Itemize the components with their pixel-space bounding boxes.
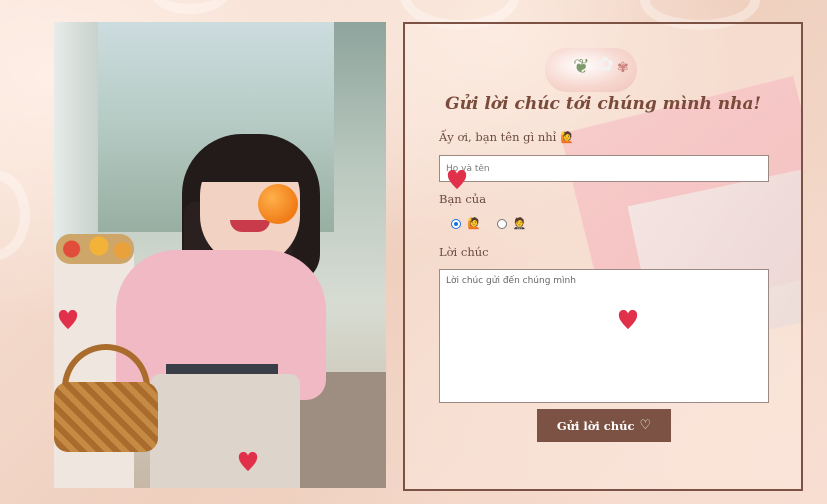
message-label: Lời chúc: [439, 245, 489, 259]
photo-smile: [230, 220, 270, 232]
person-raising-hand-icon: 🙋: [559, 131, 574, 144]
photo-orange: [258, 184, 298, 224]
name-label-text: Ấy ơi, bạn tên gì nhỉ: [439, 130, 557, 144]
bride-icon: 🙋: [467, 217, 481, 230]
name-label: Ấy ơi, bạn tên gì nhỉ 🙋: [439, 130, 574, 144]
relation-radio-bride[interactable]: [451, 218, 461, 229]
floating-heart-icon: [618, 310, 638, 330]
wish-form-card: ❦ ✿ ✾ Gửi lời chúc tới chúng mình nha! Ấ…: [403, 22, 803, 491]
floating-heart-icon: [238, 452, 258, 472]
groom-icon: 🤵: [512, 217, 527, 230]
relation-label: Bạn của: [439, 192, 487, 206]
flower-ornament: ❦ ✿ ✾: [545, 46, 637, 92]
flower-icon: ✾: [617, 60, 629, 76]
submit-wish-button[interactable]: Gửi lời chúc ♡: [537, 409, 671, 442]
relation-radio-groom[interactable]: [496, 218, 507, 229]
flower-icon: ✿: [597, 52, 614, 76]
submit-label: Gửi lời chúc: [556, 418, 635, 433]
couple-photo: [54, 22, 386, 488]
photo-basket: [54, 382, 158, 452]
photo-fringe: [194, 140, 306, 182]
heart-outline-icon: ♡: [639, 418, 652, 433]
background-swirl: [150, 0, 230, 14]
photo-skirt: [150, 374, 300, 488]
message-textarea[interactable]: [439, 269, 769, 403]
form-title: Gửi lời chúc tới chúng mình nha!: [445, 94, 761, 114]
relation-radio-group: 🙋 🤵: [451, 217, 536, 230]
leaf-icon: ❦: [573, 54, 590, 78]
floating-heart-icon: [58, 310, 78, 330]
floating-heart-icon: [447, 170, 467, 190]
photo-flowers: [56, 234, 134, 264]
name-input[interactable]: [439, 155, 769, 182]
background-swirl: [0, 170, 30, 260]
